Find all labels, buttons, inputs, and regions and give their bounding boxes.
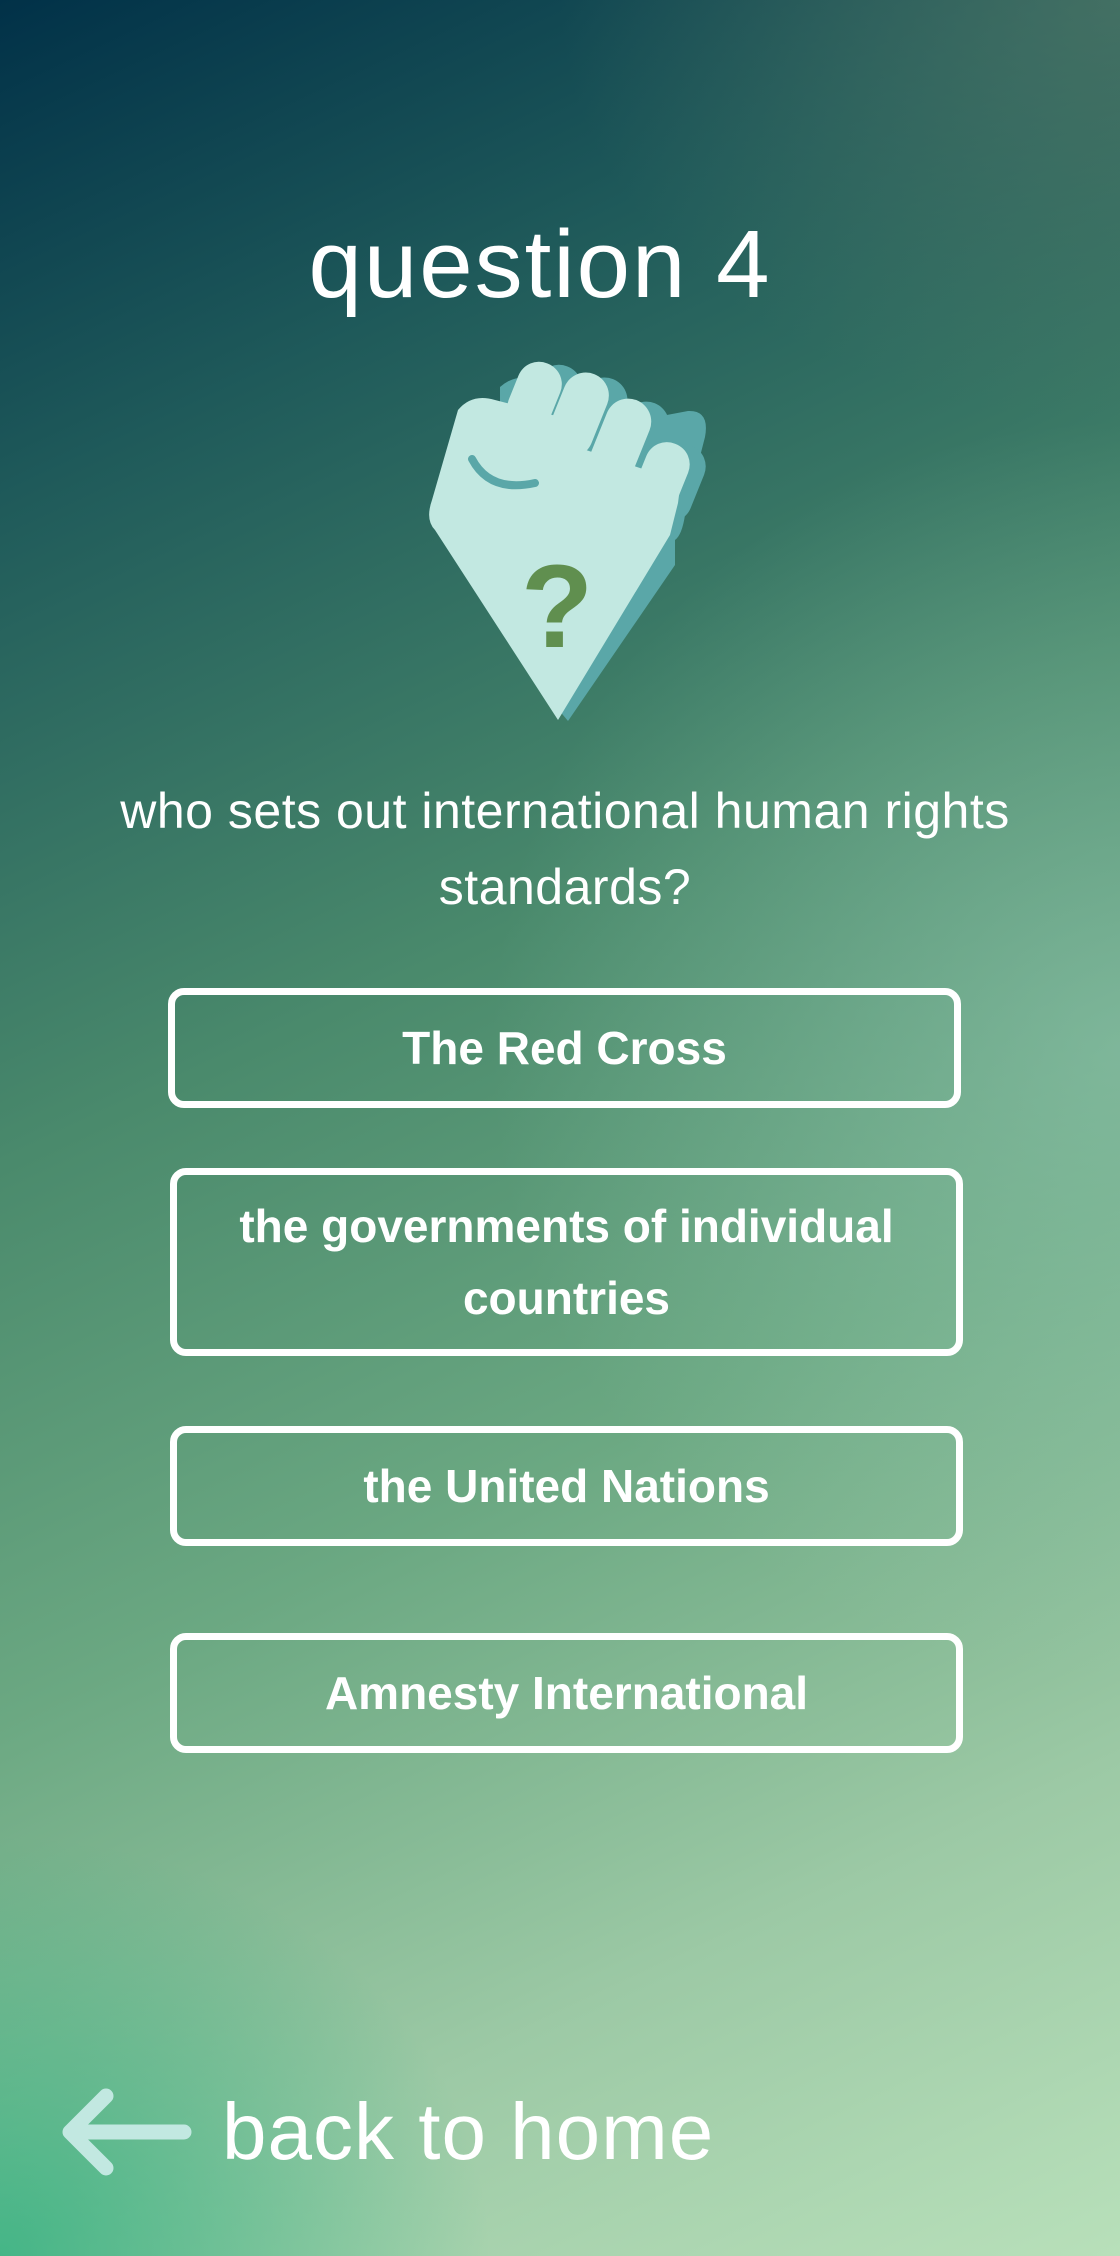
question-text: who sets out international human rights …: [120, 783, 1010, 915]
back-to-home-label: back to home: [222, 2087, 715, 2176]
question-mark-glyph: ?: [521, 541, 593, 673]
answer-option-3[interactable]: the United Nations: [170, 1426, 963, 1546]
quiz-screen: { "page": { "title": "question 4", "ques…: [0, 0, 1120, 2256]
page-title: question 4: [308, 211, 772, 318]
arrow-left-icon: [62, 2088, 192, 2176]
answer-option-1[interactable]: The Red Cross: [168, 988, 961, 1108]
raised-fist-question-icon: ?: [420, 355, 720, 735]
answer-option-4[interactable]: Amnesty International: [170, 1633, 963, 1753]
back-to-home-button[interactable]: back to home: [56, 2082, 714, 2182]
answer-option-2[interactable]: the governments of individual countries: [170, 1168, 963, 1356]
